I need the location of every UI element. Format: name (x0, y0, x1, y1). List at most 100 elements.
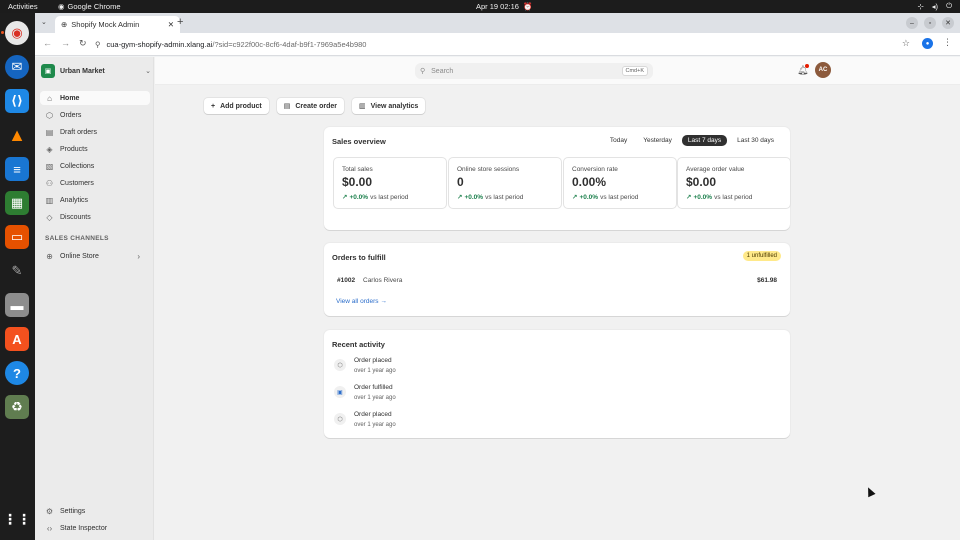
sidebar-item-home[interactable]: ⌂ Home (40, 91, 150, 105)
files-icon[interactable]: ▬ (5, 293, 29, 317)
recent-activity-card: Recent activity ⬡ Order placed over 1 ye… (324, 330, 790, 438)
metric-value: 0 (457, 175, 464, 189)
vscode-icon[interactable]: ⟨⟩ (5, 89, 29, 113)
activity-item: ▣ Order fulfilled over 1 year ago (334, 384, 634, 406)
range-last-30-days[interactable]: Last 30 days (731, 135, 780, 146)
create-order-button[interactable]: ▤ Create order (276, 98, 344, 114)
impress-icon[interactable]: ▭ (5, 225, 29, 249)
chrome-menu-icon[interactable]: ⋮ (943, 37, 952, 48)
metric-trend: ↗ +0.0% vs last period (572, 193, 668, 202)
admin-header: ⚲ Search Cmd+K (155, 57, 960, 85)
gear-icon: ⚙ (45, 506, 54, 516)
activity-title: Order fulfilled (354, 384, 393, 391)
minimize-icon[interactable]: – (906, 17, 918, 29)
help-icon[interactable]: ? (5, 361, 29, 385)
thunderbird-icon[interactable]: ✉ (5, 55, 29, 79)
sidebar-item-products[interactable]: ◈ Products (40, 142, 150, 156)
sidebar-item-analytics[interactable]: ▥ Analytics (40, 193, 150, 207)
metric-label: Average order value (686, 166, 745, 173)
customers-icon: ⚇ (45, 178, 54, 188)
search-input[interactable]: ⚲ Search Cmd+K (415, 63, 653, 79)
status-badge: 1 unfulfilled (742, 251, 781, 261)
gimp-icon[interactable]: ✎ (5, 259, 29, 283)
vlc-icon[interactable]: ▲ (5, 123, 29, 147)
range-last-7-days[interactable]: Last 7 days (681, 135, 728, 146)
add-product-label: Add product (220, 102, 262, 110)
range-yesterday[interactable]: Yesterday (637, 135, 678, 146)
activity-title: Order placed (354, 411, 392, 418)
tab-search-icon[interactable]: ⌄ (41, 18, 47, 26)
store-switcher[interactable]: ▣ Urban Market ⌄ (41, 63, 151, 79)
metric-label: Conversion rate (572, 166, 618, 173)
sidebar-item-orders[interactable]: ⬡ Orders (40, 108, 150, 122)
metric-value: $0.00 (342, 175, 373, 189)
sidebar-item-label: Settings (60, 507, 86, 515)
writer-icon[interactable]: ≡ (5, 157, 29, 181)
calc-icon[interactable]: ▦ (5, 191, 29, 215)
sidebar-item-collections[interactable]: ▧ Collections (40, 159, 150, 173)
sidebar-item-discounts[interactable]: ◇ Discounts (40, 210, 150, 224)
chevron-right-icon: › (137, 251, 140, 261)
date-range-selector: Today Yesterday Last 7 days Last 30 days (604, 135, 780, 146)
view-all-orders-link[interactable]: View all orders → (336, 298, 387, 305)
sidebar-item-customers[interactable]: ⚇ Customers (40, 176, 150, 190)
package-icon: ⬡ (334, 359, 346, 371)
metric-total-sales[interactable]: Total sales $0.00 ↗ +0.0% vs last period (333, 157, 447, 209)
back-icon[interactable]: ← (43, 38, 52, 48)
profile-icon[interactable]: ● (922, 38, 933, 49)
sidebar-item-online-store[interactable]: ⊕ Online Store › (40, 249, 150, 263)
maximize-icon[interactable]: ▫ (924, 17, 936, 29)
sidebar-item-label: Collections (60, 162, 95, 170)
clock[interactable]: Apr 19 02:16 ⏰ (476, 2, 532, 11)
browser-tab[interactable]: ⊕ Shopify Mock Admin ✕ (55, 16, 180, 33)
app-grid-icon[interactable]: ⋮⋮ (3, 507, 31, 531)
forward-icon[interactable]: → (61, 38, 70, 48)
order-row[interactable]: #1002 Carlos Rivera $61.98 (337, 277, 777, 284)
chrome-icon[interactable]: ◉ (5, 21, 29, 45)
new-tab-icon[interactable]: + (177, 16, 183, 28)
home-icon: ⌂ (47, 93, 52, 103)
avatar[interactable]: AC (815, 62, 831, 78)
trend-up-icon: ↗ (572, 194, 578, 201)
orders-to-fulfill-title: Orders to fulfill (332, 253, 386, 262)
close-window-icon[interactable]: ✕ (942, 17, 954, 29)
sidebar-item-draft-orders[interactable]: ▤ Draft orders (40, 125, 150, 139)
activity-title: Order placed (354, 357, 392, 364)
metric-conversion-rate[interactable]: Conversion rate 0.00% ↗ +0.0% vs last pe… (563, 157, 677, 209)
range-today[interactable]: Today (604, 135, 633, 146)
sidebar-item-settings[interactable]: ⚙ Settings (40, 504, 150, 518)
site-info-icon[interactable]: ⚲ (95, 40, 101, 49)
window-controls: – ▫ ✕ (906, 17, 954, 29)
metric-change: +0.0% (579, 193, 599, 201)
trash-icon[interactable]: ♻ (5, 395, 29, 419)
sidebar-item-state-inspector[interactable]: ‹› State Inspector (40, 521, 150, 535)
globe-icon: ⊕ (46, 251, 53, 261)
reload-icon[interactable]: ↻ (79, 38, 87, 49)
sidebar: ▣ Urban Market ⌄ ⌂ Home ⬡ Orders ▤ Draft… (35, 57, 154, 540)
sidebar-item-label: State Inspector (60, 524, 108, 532)
chrome-window: ⌄ ⊕ Shopify Mock Admin ✕ + – ▫ ✕ ← → ↻ ⚲… (35, 13, 960, 540)
metric-value: 0.00% (572, 175, 607, 189)
activity-time: over 1 year ago (354, 395, 396, 401)
network-icon: ⊹ (917, 1, 924, 11)
metric-change: +0.0% (464, 193, 484, 201)
metric-online-store-sessions[interactable]: Online store sessions 0 ↗ +0.0% vs last … (448, 157, 562, 209)
bookmark-star-icon[interactable]: ☆ (902, 38, 910, 49)
system-tray[interactable]: ⊹ ◂) ⏻ (918, 1, 953, 11)
metric-average-order-value[interactable]: Average order value $0.00 ↗ +0.0% vs las… (677, 157, 791, 209)
address-bar[interactable]: ⚲ cua-gym-shopify-admin.xlang.ai /?sid=c… (95, 36, 895, 53)
sales-overview-title: Sales overview (332, 137, 386, 146)
close-tab-icon[interactable]: ✕ (168, 20, 174, 29)
activities-button[interactable]: Activities (8, 2, 38, 11)
add-product-button[interactable]: + Add product (204, 98, 269, 114)
active-app-label: Google Chrome (67, 2, 121, 11)
metric-suffix: vs last period (485, 193, 524, 201)
trend-up-icon: ↗ (457, 194, 463, 201)
metric-trend: ↗ +0.0% vs last period (686, 193, 782, 202)
package-icon: ⬡ (334, 413, 346, 425)
search-placeholder: Search (431, 67, 454, 75)
software-center-icon[interactable]: A (5, 327, 29, 351)
active-app-menu[interactable]: ◉ Google Chrome (58, 2, 121, 11)
chrome-app-icon: ◉ (58, 2, 65, 11)
view-analytics-button[interactable]: ▥ View analytics (351, 98, 426, 114)
